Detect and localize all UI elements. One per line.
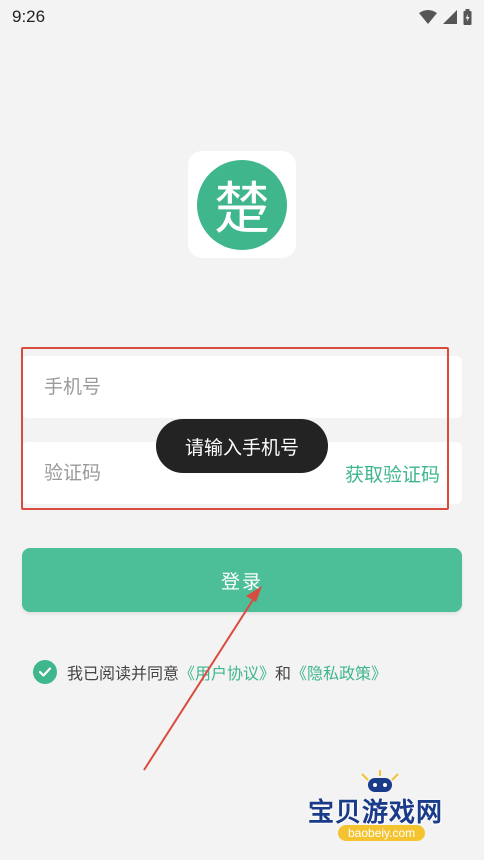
app-logo-circle: 楚 [197,159,287,250]
app-logo: 楚 [188,151,296,258]
watermark-title: 宝贝游戏网 [308,798,444,828]
battery-icon [463,9,472,25]
wifi-icon [419,10,437,24]
agreement-row: 我已阅读并同意《用户协议》和《隐私政策》 [33,659,463,685]
site-watermark: 宝贝游戏网 baobeiy.com [300,770,470,850]
app-logo-glyph: 楚 [214,177,270,242]
signal-icon [443,10,457,24]
login-button[interactable]: 登录 [22,548,462,612]
status-icons [419,9,472,25]
gamepad-icon [361,770,399,792]
agreement-prefix: 我已阅读并同意 [67,664,180,683]
privacy-policy-link[interactable]: 《隐私政策》 [291,664,387,683]
agreement-text: 我已阅读并同意《用户协议》和《隐私政策》 [67,660,387,684]
agreement-conjunction: 和 [275,664,292,683]
status-bar: 9:26 [0,0,484,34]
toast-message: 请输入手机号 [156,419,328,473]
watermark-url: baobeiy.com [338,825,426,841]
status-time: 9:26 [12,7,46,26]
phone-input[interactable] [44,376,440,398]
checkbox-checked-icon[interactable] [33,660,57,684]
get-code-button[interactable]: 获取验证码 [345,442,440,504]
user-agreement-link[interactable]: 《用户协议》 [179,664,275,683]
phone-field[interactable] [22,356,462,418]
